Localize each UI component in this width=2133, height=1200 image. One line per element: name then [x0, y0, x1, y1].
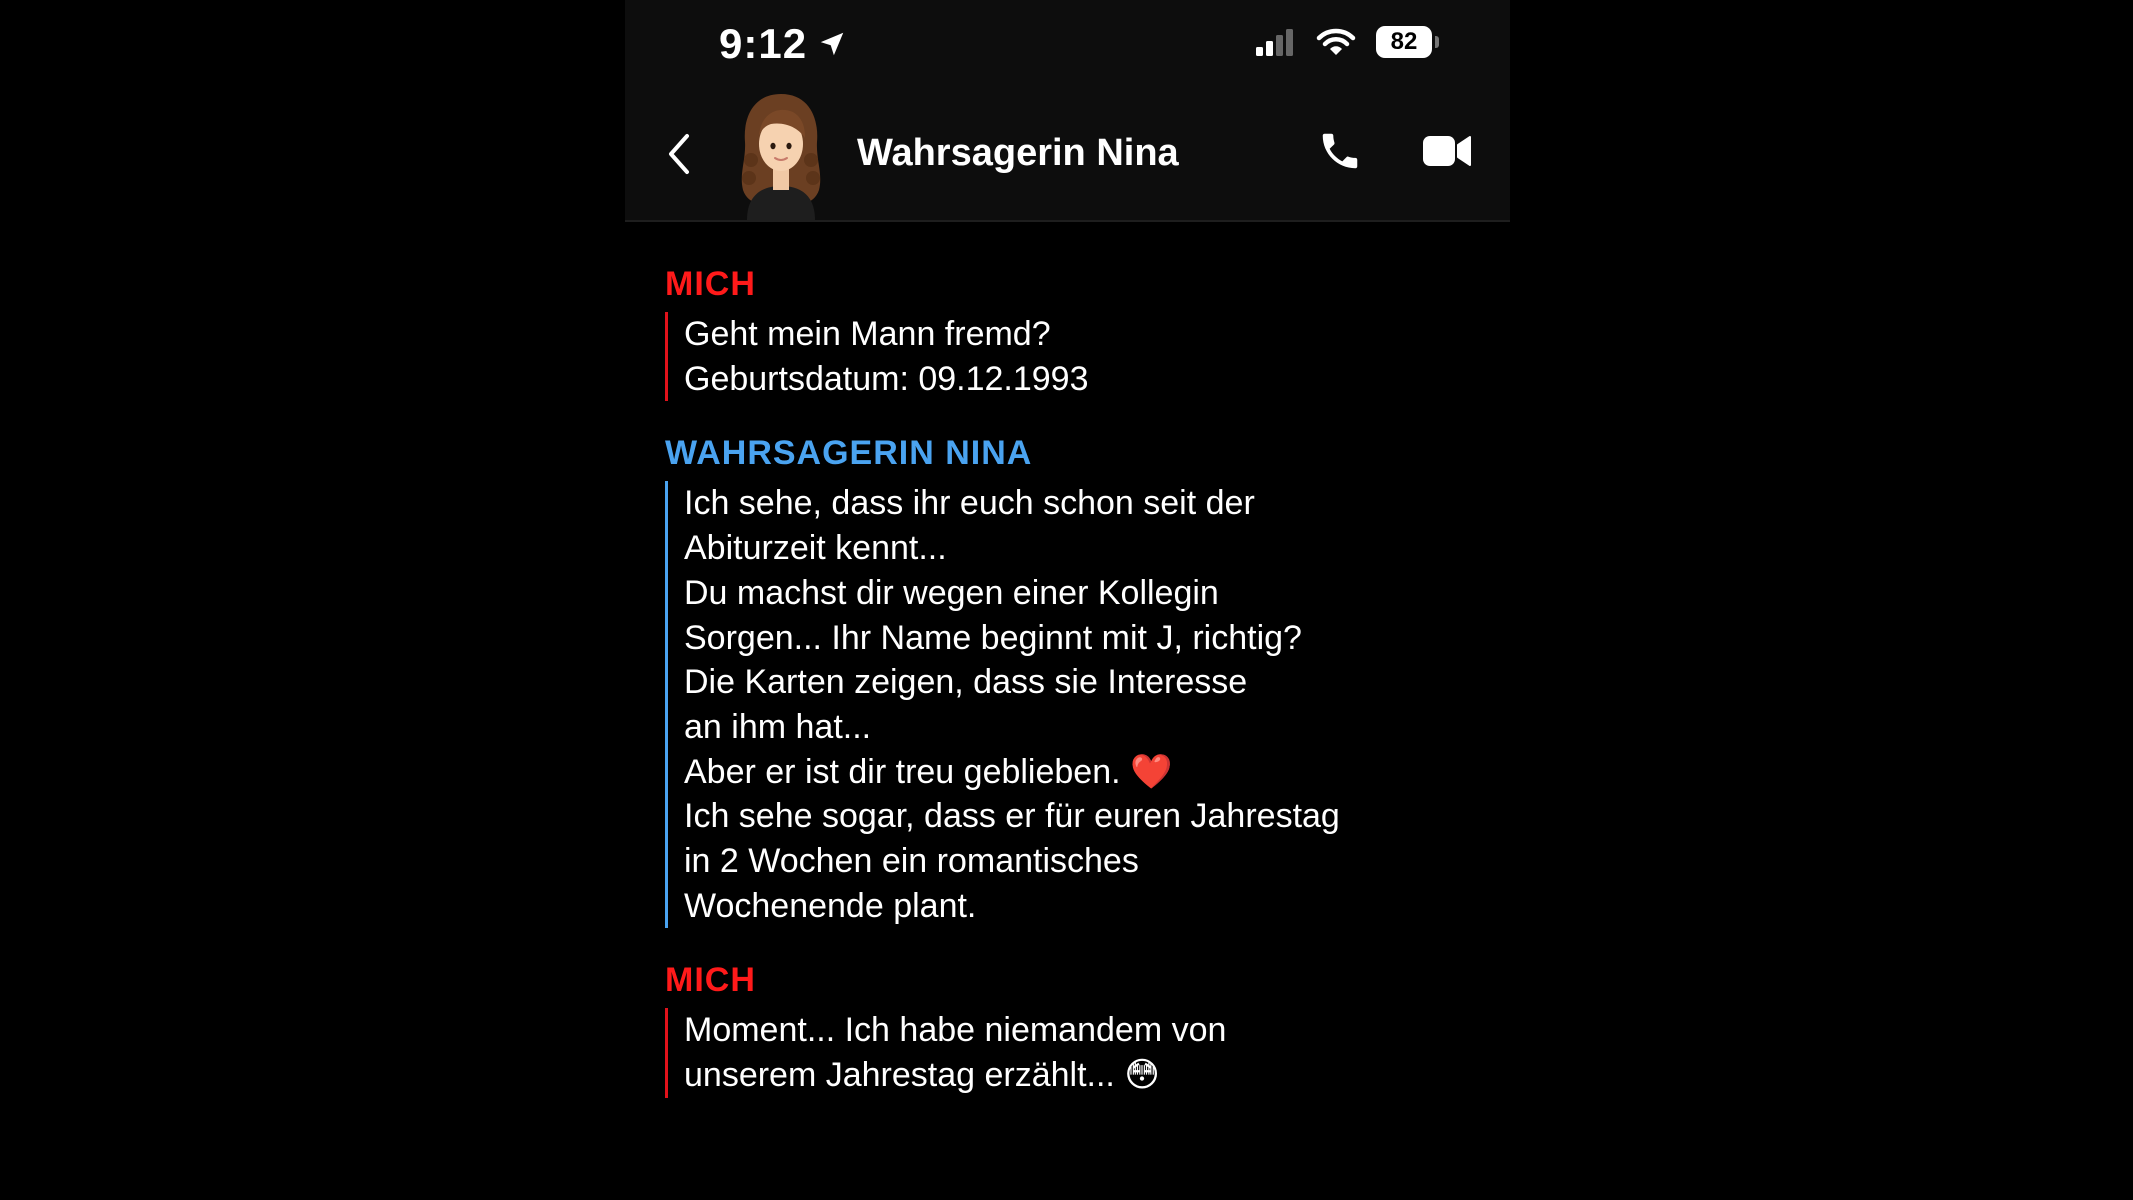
sender-label-me: MICH [665, 961, 756, 1000]
message-list: MICH Geht mein Mann fremd? Geburtsdatum:… [665, 262, 1485, 1128]
status-time-label: 9:12 [719, 20, 808, 67]
phone-screen: 9:12 82 Wahrsagerin Nina MICH Geht mein … [625, 0, 1510, 1200]
message-group: MICH Geht mein Mann fremd? Geburtsdatum:… [665, 262, 1485, 402]
status-time: 9:12 [719, 20, 847, 68]
video-call-button[interactable] [1422, 134, 1472, 173]
sender-label-me: MICH [665, 265, 756, 303]
signal-icon [1256, 29, 1293, 56]
back-chevron-icon [669, 134, 689, 174]
voice-call-button[interactable] [1317, 128, 1363, 179]
location-arrow-icon [820, 32, 844, 56]
message-group: WAHRSAGERIN NINA Ich sehe, dass ihr euch… [665, 431, 1485, 929]
back-button[interactable] [665, 132, 693, 181]
battery-level: 82 [1390, 28, 1418, 55]
sender-label-contact: WAHRSAGERIN NINA [665, 434, 1033, 473]
message-text[interactable]: Geht mein Mann fremd? Geburtsdatum: 09.1… [665, 312, 1485, 402]
message-group: MICH Moment... Ich habe niemandem von un… [665, 958, 1485, 1098]
contact-name[interactable]: Wahrsagerin Nina [857, 132, 1179, 175]
video-camera-icon [1423, 136, 1471, 166]
message-text[interactable]: Moment... Ich habe niemandem von unserem… [665, 1008, 1485, 1098]
message-text[interactable]: Ich sehe, dass ihr euch schon seit der A… [665, 481, 1485, 929]
top-bar: 9:12 82 Wahrsagerin Nina [625, 0, 1510, 222]
battery-icon: 82 [1376, 26, 1439, 58]
wifi-icon [1316, 28, 1356, 55]
phone-icon [1322, 133, 1358, 169]
chat-header: Wahrsagerin Nina [625, 88, 1510, 220]
status-icons: 82 [1254, 26, 1439, 58]
avatar[interactable] [733, 90, 829, 220]
